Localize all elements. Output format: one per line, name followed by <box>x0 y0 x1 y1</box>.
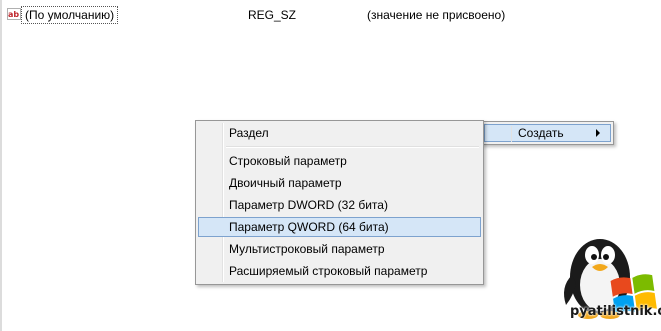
create-submenu: Раздел Строковый параметр Двоичный парам… <box>195 120 484 285</box>
menu-item-qword-value[interactable]: Параметр QWORD (64 бита) <box>198 217 481 237</box>
registry-value-type: REG_SZ <box>248 8 297 22</box>
menu-item-label: Строковый параметр <box>229 154 347 168</box>
watermark-text: pyatilistnik.org <box>570 304 661 319</box>
menu-item-label: Расширяемый строковый параметр <box>229 264 428 278</box>
menu-item-expandable-string-value[interactable]: Расширяемый строковый параметр <box>198 261 481 281</box>
registry-value-name[interactable]: (По умолчанию) <box>21 6 119 24</box>
left-pane-edge <box>0 0 2 331</box>
menu-item-label: Параметр QWORD (64 бита) <box>229 220 389 234</box>
submenu-arrow-icon <box>596 129 600 137</box>
context-menu: Создать <box>481 121 614 145</box>
svg-text:ab: ab <box>8 10 19 19</box>
string-value-icon: ab <box>7 8 21 20</box>
menu-item-new-key-label: Раздел <box>229 126 269 140</box>
menu-item-label: Параметр DWORD (32 бита) <box>229 198 388 212</box>
menu-item-label: Двоичный параметр <box>229 176 342 190</box>
menu-item-new-key[interactable]: Раздел <box>198 123 481 143</box>
registry-value-row[interactable]: ab (По умолчанию) REG_SZ (значение не пр… <box>0 6 661 24</box>
menu-item-binary-value[interactable]: Двоичный параметр <box>198 173 481 193</box>
menu-item-multi-string-value[interactable]: Мультистроковый параметр <box>198 239 481 259</box>
registry-value-data: (значение не присвоено) <box>367 8 506 22</box>
menu-item-string-value[interactable]: Строковый параметр <box>198 151 481 171</box>
menu-item-create-label: Создать <box>518 126 564 140</box>
menu-item-label: Мультистроковый параметр <box>229 242 385 256</box>
menu-separator <box>226 146 479 148</box>
menu-item-create[interactable]: Создать <box>484 124 611 142</box>
menu-gutter-divider <box>511 126 512 142</box>
menu-item-dword-value[interactable]: Параметр DWORD (32 бита) <box>198 195 481 215</box>
